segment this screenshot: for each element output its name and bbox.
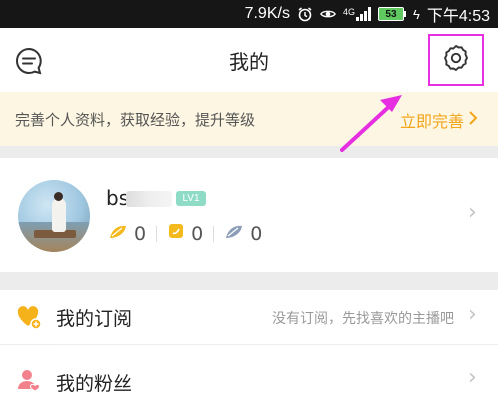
gold-note-icon <box>167 222 185 245</box>
stat-value: 0 <box>191 222 204 245</box>
net-speed: 7.9K/s <box>244 5 290 22</box>
fans-icon <box>16 367 42 393</box>
feather-icon <box>224 223 244 245</box>
eye-icon <box>319 6 336 22</box>
menu-item-fans[interactable]: 我的粉丝 › <box>0 345 498 419</box>
chevron-right-icon: › <box>468 365 477 390</box>
status-bar: 7.9K/s 4G 53 ϟ 下午4:53 <box>0 0 498 28</box>
charging-icon: ϟ <box>412 6 420 22</box>
level-badge: LV1 <box>176 191 206 206</box>
page-title: 我的 <box>229 50 269 74</box>
chevron-right-icon <box>468 110 478 130</box>
profile-card[interactable]: bs LV1 0 0 0 › <box>0 158 498 272</box>
gold-leaf-icon <box>108 223 128 245</box>
stat-feather[interactable]: 0 <box>224 223 262 245</box>
menu-item-hint: 没有订阅，先找喜欢的主播吧 <box>272 311 454 327</box>
heart-plus-icon <box>16 304 42 330</box>
alarm-icon <box>297 6 313 22</box>
menu-item-label: 我的订阅 <box>56 308 133 330</box>
profile-completion-banner: 完善个人资料，获取经验，提升等级 立即完善 <box>0 92 498 146</box>
stat-value: 0 <box>250 222 263 245</box>
title-bar: 我的 <box>0 28 498 92</box>
username-redacted <box>126 191 172 207</box>
menu-item-label: 我的粉丝 <box>56 373 133 395</box>
stat-gold-leaf[interactable]: 0 <box>108 223 146 245</box>
signal-icon: 4G <box>343 7 371 21</box>
complete-profile-label: 立即完善 <box>400 112 465 131</box>
banner-text: 完善个人资料，获取经验，提升等级 <box>15 111 256 129</box>
stat-value: 0 <box>134 222 147 245</box>
battery-icon: 53 <box>377 7 406 21</box>
clock: 下午4:53 <box>426 8 490 25</box>
menu-item-subscriptions[interactable]: 我的订阅 没有订阅，先找喜欢的主播吧 › <box>0 290 498 344</box>
avatar[interactable] <box>18 180 90 252</box>
network-type: 4G <box>342 7 355 17</box>
stat-gold-note[interactable]: 0 <box>167 222 203 245</box>
chevron-right-icon: › <box>468 302 477 327</box>
gear-icon <box>441 43 471 77</box>
settings-button[interactable] <box>428 34 484 86</box>
complete-profile-link[interactable]: 立即完善 <box>400 108 478 132</box>
battery-level: 53 <box>377 7 404 21</box>
profile-stats: 0 0 0 <box>108 222 262 245</box>
chevron-right-icon: › <box>468 200 477 225</box>
